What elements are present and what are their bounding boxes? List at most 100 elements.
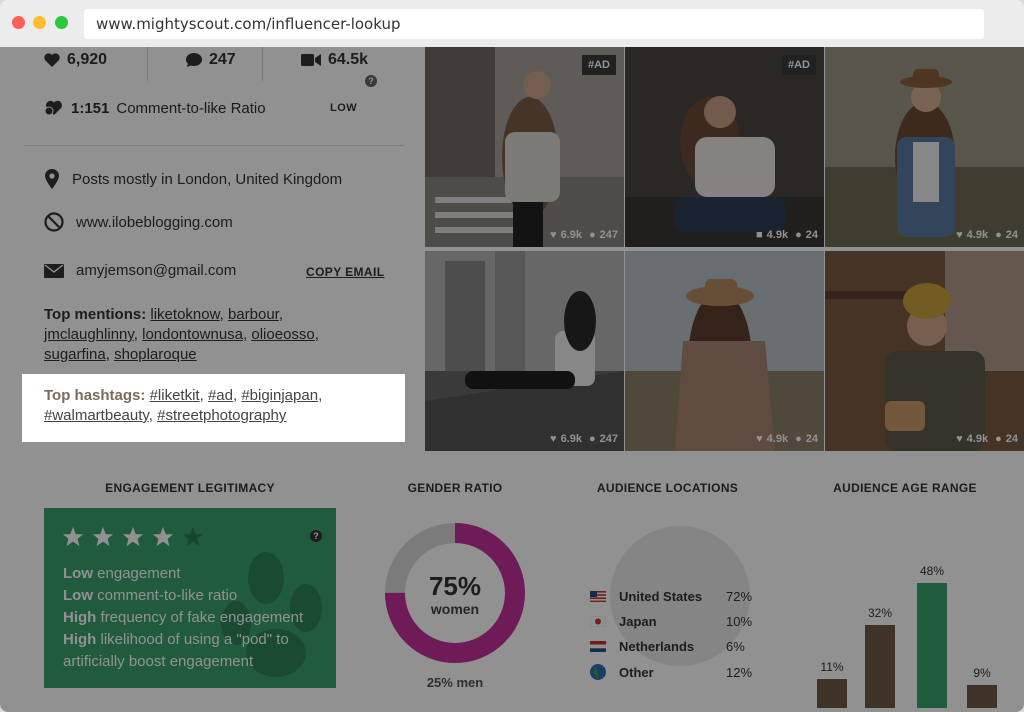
us-flag-icon: [590, 591, 606, 602]
comment-icon: ●: [588, 229, 596, 241]
location-item: Netherlands 6%: [590, 639, 745, 654]
photo-tile[interactable]: ♥ 4.9k ● 24: [625, 251, 824, 451]
photo-image: [425, 47, 624, 247]
comment-ratio: 1:151 Comment-to-like Ratio: [44, 99, 266, 117]
hashtag-link[interactable]: #streetphotography: [157, 407, 286, 424]
photo-tile[interactable]: ♥ 6.9k ● 247: [425, 251, 624, 451]
website-link[interactable]: www.ilobeblogging.com: [76, 214, 233, 231]
age-bar: [865, 624, 895, 708]
photo-stats: ♥ 4.9k ● 24: [956, 229, 1018, 241]
stats-row: 6,920 247 64.5k ?: [0, 47, 425, 87]
star-icon: [92, 526, 114, 547]
engagement-finding: Low comment-to-like ratio: [63, 585, 303, 607]
comment-icon: [186, 53, 202, 67]
netherlands-flag-icon: [590, 641, 606, 652]
heart-icon: ♥: [756, 433, 763, 445]
heart-icon: ♥: [956, 433, 963, 445]
gender-title: GENDER RATIO: [407, 481, 503, 495]
map-pin-icon: [45, 169, 59, 189]
heart-icon: ♥: [550, 229, 557, 241]
photo-comments: 24: [805, 229, 818, 241]
photo-tile[interactable]: ♥ 4.9k ● 24: [825, 251, 1024, 451]
japan-flag-icon: [590, 616, 606, 627]
women-percent: 75%: [428, 571, 482, 601]
comments-count: 247: [209, 51, 236, 68]
address-bar[interactable]: www.mightyscout.com/influencer-lookup: [84, 9, 984, 39]
location-percent: 6%: [726, 639, 745, 654]
likes-stat: 6,920: [44, 51, 107, 69]
top-mentions: Top mentions: liketoknow, barbour, jmcla…: [44, 306, 319, 363]
website-row: www.ilobeblogging.com: [44, 212, 233, 232]
envelope-icon: [44, 263, 64, 278]
comment-icon: ●: [995, 229, 1002, 241]
photo-likes: 4.9k: [766, 229, 789, 241]
location-item: Japan 10%: [590, 614, 752, 629]
finding-level: High: [63, 631, 97, 648]
finding-level: Low: [63, 565, 93, 582]
photo-tile[interactable]: ♥ 4.9k ● 24: [825, 47, 1024, 247]
section-divider: [24, 145, 404, 146]
video-camera-icon: ■: [756, 229, 763, 241]
ratio-level-badge: LOW: [330, 102, 358, 114]
mention-link[interactable]: liketoknow: [150, 306, 219, 323]
email-row: amyjemson@gmail.com: [44, 262, 236, 279]
comments-stat: 247: [186, 51, 236, 69]
photo-stats: ♥ 4.9k ● 24: [756, 433, 818, 445]
photo-tile[interactable]: #AD ♥ 6.9k ● 247: [425, 47, 624, 247]
photo-stats: ♥ 4.9k ● 24: [956, 433, 1018, 445]
finding-text: frequency of fake engagement: [96, 609, 304, 626]
finding-text: artificially boost engagement: [63, 653, 254, 670]
photo-likes: 4.9k: [966, 433, 989, 445]
minimize-window-button[interactable]: [33, 16, 46, 29]
mention-link[interactable]: shoplaroque: [114, 346, 197, 363]
mention-link[interactable]: londontownusa: [142, 326, 243, 343]
heart-comment-icon: [44, 100, 62, 116]
comment-icon: ●: [795, 433, 802, 445]
age-bar-value: 9%: [973, 665, 991, 680]
ratio-label: Comment-to-like Ratio: [116, 99, 266, 117]
engagement-finding: Low engagement: [63, 563, 303, 585]
help-icon[interactable]: ?: [310, 530, 322, 542]
age-bar: [917, 583, 947, 708]
engagement-finding: High frequency of fake engagement: [63, 607, 303, 629]
video-camera-icon: [301, 54, 321, 66]
mention-link[interactable]: jmclaughlinny: [44, 326, 134, 343]
rating-stars: [62, 526, 204, 548]
hashtag-link[interactable]: #liketkit: [150, 387, 200, 404]
mention-link[interactable]: olioeosso: [251, 326, 314, 343]
photo-stats: ♥ 6.9k ● 247: [550, 229, 618, 241]
likes-count: 6,920: [67, 51, 108, 68]
maximize-window-button[interactable]: [55, 16, 68, 29]
age-bar-value: 32%: [867, 605, 893, 620]
photo-tile[interactable]: #AD ■ 4.9k ● 24: [625, 47, 824, 247]
age-title: AUDIENCE AGE RANGE: [833, 481, 977, 495]
age-bar: [817, 679, 847, 708]
photo-likes: 4.9k: [966, 229, 989, 241]
finding-text: comment-to-like ratio: [93, 587, 238, 604]
views-count: 64.5k: [328, 51, 369, 68]
ad-badge: #AD: [581, 55, 616, 75]
photo-image: [825, 251, 1024, 451]
hashtag-link[interactable]: #ad: [208, 387, 233, 404]
location-row: Posts mostly in London, United Kingdom: [44, 169, 342, 189]
help-icon[interactable]: ?: [365, 75, 377, 87]
photo-comments: 24: [805, 433, 818, 445]
top-hashtags: Top hashtags: #liketkit, #ad, #biginjapa…: [44, 387, 323, 424]
hashtag-link[interactable]: #walmartbeauty: [44, 407, 149, 424]
copy-email-button[interactable]: COPY EMAIL: [306, 265, 384, 279]
location-percent: 12%: [726, 664, 753, 680]
mention-link[interactable]: barbour: [228, 306, 279, 323]
finding-text: engagement: [93, 565, 181, 582]
photo-likes: 4.9k: [766, 433, 789, 445]
photo-stats: ■ 4.9k ● 24: [756, 229, 818, 241]
age-bar: [967, 684, 997, 708]
hashtags-label: Top hashtags:: [44, 387, 146, 404]
close-window-button[interactable]: [12, 16, 25, 29]
mention-link[interactable]: sugarfina: [44, 346, 106, 363]
location-name: Japan: [619, 614, 657, 629]
hashtag-link[interactable]: #biginjapan: [241, 387, 318, 404]
page-content: 6,920 247 64.5k ? 1:151 Comment-to-like …: [0, 47, 1024, 712]
engagement-finding: artificially boost engagement: [63, 651, 303, 673]
stat-divider: [147, 47, 148, 81]
comment-icon: ●: [588, 433, 596, 445]
